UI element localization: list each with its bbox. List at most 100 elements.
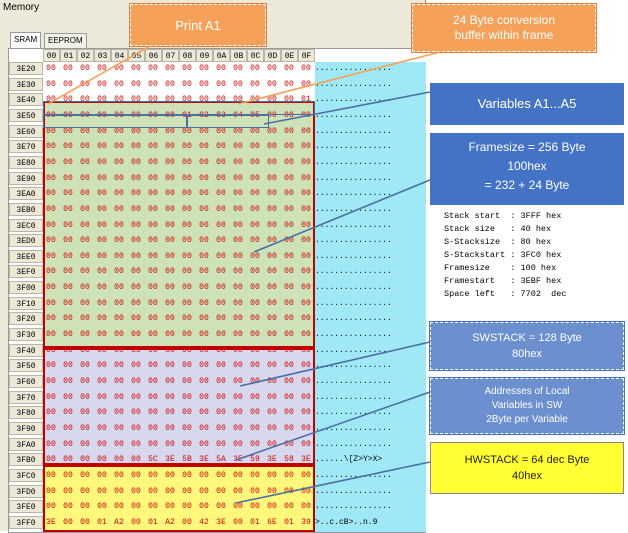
byte-cell[interactable]: 00 bbox=[162, 391, 178, 404]
byte-cell[interactable]: 00 bbox=[60, 234, 76, 247]
byte-cell[interactable]: 00 bbox=[77, 328, 93, 341]
byte-cell[interactable]: 00 bbox=[179, 500, 195, 513]
byte-cell[interactable]: 00 bbox=[247, 62, 263, 75]
byte-cell[interactable]: 00 bbox=[264, 219, 280, 232]
byte-cell[interactable]: 00 bbox=[213, 219, 229, 232]
byte-cell[interactable]: 00 bbox=[196, 78, 212, 91]
byte-cell[interactable]: 00 bbox=[281, 406, 297, 419]
byte-cell[interactable]: 3E bbox=[43, 516, 59, 529]
byte-cell[interactable]: 00 bbox=[43, 62, 59, 75]
byte-cell[interactable]: 00 bbox=[94, 250, 110, 263]
byte-cell[interactable]: 00 bbox=[196, 359, 212, 372]
byte-cell[interactable]: 00 bbox=[145, 312, 161, 325]
byte-cell[interactable]: 00 bbox=[247, 406, 263, 419]
byte-cell[interactable]: 00 bbox=[196, 328, 212, 341]
byte-cell[interactable]: 00 bbox=[94, 187, 110, 200]
byte-cell[interactable]: 00 bbox=[196, 156, 212, 169]
byte-cell[interactable]: 00 bbox=[230, 265, 246, 278]
byte-cell[interactable]: 00 bbox=[179, 172, 195, 185]
byte-cell[interactable]: 00 bbox=[94, 391, 110, 404]
byte-cell[interactable]: 00 bbox=[230, 516, 246, 529]
byte-cell[interactable]: 00 bbox=[213, 265, 229, 278]
byte-cell[interactable]: 00 bbox=[179, 203, 195, 216]
byte-cell[interactable]: 00 bbox=[128, 453, 144, 466]
byte-cell[interactable]: 00 bbox=[196, 344, 212, 357]
byte-cell[interactable]: 00 bbox=[77, 312, 93, 325]
byte-cell[interactable]: 00 bbox=[162, 219, 178, 232]
byte-cell[interactable]: 00 bbox=[281, 469, 297, 482]
byte-cell[interactable]: 00 bbox=[43, 250, 59, 263]
byte-cell[interactable]: 00 bbox=[162, 438, 178, 451]
byte-cell[interactable]: 00 bbox=[230, 375, 246, 388]
byte-cell[interactable]: 00 bbox=[128, 391, 144, 404]
byte-cell[interactable]: 00 bbox=[111, 62, 127, 75]
byte-cell[interactable]: 01 bbox=[281, 516, 297, 529]
byte-cell[interactable]: 00 bbox=[111, 187, 127, 200]
byte-cell[interactable]: 00 bbox=[230, 172, 246, 185]
byte-cell[interactable]: 00 bbox=[281, 203, 297, 216]
byte-cell[interactable]: 00 bbox=[230, 485, 246, 498]
byte-cell[interactable]: 00 bbox=[77, 172, 93, 185]
byte-cell[interactable]: 00 bbox=[179, 219, 195, 232]
byte-cell[interactable]: 00 bbox=[196, 485, 212, 498]
byte-cell[interactable]: 00 bbox=[43, 375, 59, 388]
byte-cell[interactable]: 00 bbox=[111, 422, 127, 435]
byte-cell[interactable]: 00 bbox=[281, 438, 297, 451]
byte-cell[interactable]: 00 bbox=[264, 422, 280, 435]
byte-cell[interactable]: 00 bbox=[179, 250, 195, 263]
byte-cell[interactable]: 00 bbox=[247, 156, 263, 169]
byte-cell[interactable]: 00 bbox=[298, 187, 314, 200]
byte-cell[interactable]: 00 bbox=[145, 422, 161, 435]
byte-cell[interactable]: 00 bbox=[162, 78, 178, 91]
byte-cell[interactable]: 00 bbox=[128, 312, 144, 325]
byte-cell[interactable]: 00 bbox=[60, 265, 76, 278]
byte-cell[interactable]: 00 bbox=[162, 140, 178, 153]
byte-cell[interactable]: 00 bbox=[230, 156, 246, 169]
byte-cell[interactable]: 00 bbox=[111, 375, 127, 388]
byte-cell[interactable]: 00 bbox=[264, 359, 280, 372]
byte-cell[interactable]: 00 bbox=[145, 328, 161, 341]
byte-cell[interactable]: 00 bbox=[128, 78, 144, 91]
byte-cell[interactable]: 00 bbox=[196, 187, 212, 200]
byte-cell[interactable]: 00 bbox=[196, 406, 212, 419]
byte-cell[interactable]: 00 bbox=[94, 203, 110, 216]
byte-cell[interactable]: 00 bbox=[213, 140, 229, 153]
byte-cell[interactable]: 00 bbox=[247, 234, 263, 247]
byte-cell[interactable]: 00 bbox=[94, 500, 110, 513]
byte-cell[interactable]: 00 bbox=[60, 375, 76, 388]
byte-cell[interactable]: 00 bbox=[128, 203, 144, 216]
byte-cell[interactable]: 00 bbox=[145, 297, 161, 310]
byte-cell[interactable]: 00 bbox=[264, 187, 280, 200]
byte-cell[interactable]: 00 bbox=[230, 62, 246, 75]
byte-cell[interactable]: 00 bbox=[247, 297, 263, 310]
byte-cell[interactable]: 3E bbox=[162, 453, 178, 466]
byte-cell[interactable]: 00 bbox=[60, 78, 76, 91]
byte-cell[interactable]: 00 bbox=[128, 438, 144, 451]
byte-cell[interactable]: 00 bbox=[162, 234, 178, 247]
byte-cell[interactable]: 00 bbox=[43, 406, 59, 419]
byte-cell[interactable]: 00 bbox=[43, 187, 59, 200]
byte-cell[interactable]: 00 bbox=[281, 140, 297, 153]
byte-cell[interactable]: 00 bbox=[94, 234, 110, 247]
byte-cell[interactable]: 00 bbox=[128, 281, 144, 294]
byte-cell[interactable]: 00 bbox=[213, 312, 229, 325]
byte-cell[interactable]: 00 bbox=[145, 140, 161, 153]
byte-cell[interactable]: 00 bbox=[247, 500, 263, 513]
byte-cell[interactable]: 00 bbox=[162, 203, 178, 216]
byte-cell[interactable]: 00 bbox=[60, 344, 76, 357]
byte-cell[interactable]: 00 bbox=[179, 78, 195, 91]
byte-cell[interactable]: 00 bbox=[43, 359, 59, 372]
byte-cell[interactable]: 00 bbox=[179, 281, 195, 294]
byte-cell[interactable]: 00 bbox=[179, 234, 195, 247]
byte-cell[interactable]: 00 bbox=[213, 250, 229, 263]
byte-cell[interactable]: 00 bbox=[281, 234, 297, 247]
byte-cell[interactable]: 00 bbox=[230, 344, 246, 357]
byte-cell[interactable]: 00 bbox=[196, 250, 212, 263]
byte-cell[interactable]: 00 bbox=[162, 187, 178, 200]
byte-cell[interactable]: 00 bbox=[230, 406, 246, 419]
byte-cell[interactable]: 00 bbox=[213, 344, 229, 357]
byte-cell[interactable]: 00 bbox=[196, 312, 212, 325]
byte-cell[interactable]: 00 bbox=[43, 281, 59, 294]
byte-cell[interactable]: 00 bbox=[145, 375, 161, 388]
byte-cell[interactable]: 00 bbox=[179, 62, 195, 75]
